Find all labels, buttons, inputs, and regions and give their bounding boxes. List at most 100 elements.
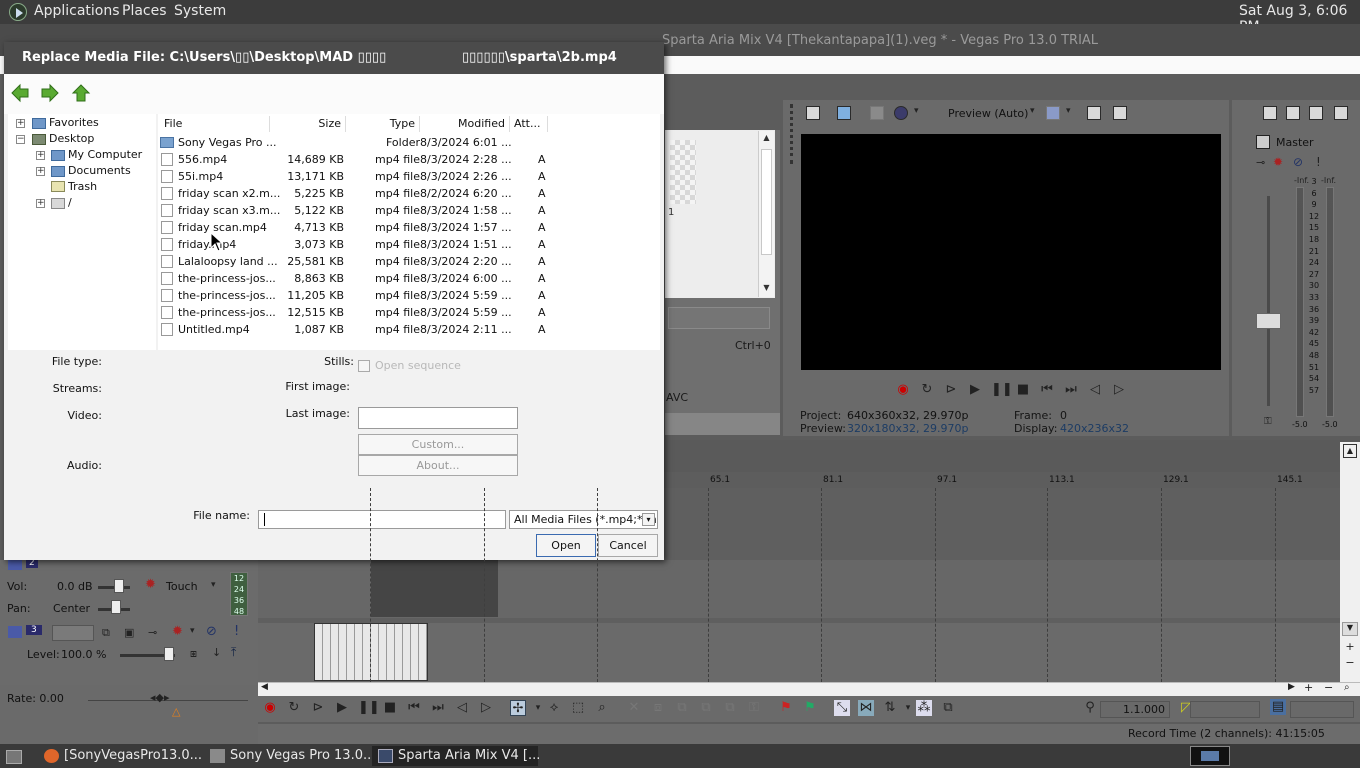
trim-end-icon[interactable]: ⧉ (698, 700, 714, 716)
properties-icon[interactable] (1263, 106, 1277, 120)
file-name-input[interactable] (258, 510, 506, 529)
selection-tool-icon[interactable]: ⬚ (570, 700, 586, 716)
chevron-down-icon[interactable]: ▾ (914, 106, 919, 116)
auto-crossfade-icon[interactable]: ⋈ (858, 700, 874, 716)
play-icon[interactable]: ▶ (334, 700, 350, 716)
file-row[interactable]: 556.mp4 14,689 KB mp4 file 8/3/2024 2:28 ..… (158, 151, 558, 168)
play-from-start-icon[interactable]: ⊳ (310, 700, 326, 716)
go-to-end-icon[interactable]: ⏭ (1063, 382, 1079, 398)
cancel-button[interactable]: Cancel (598, 534, 658, 557)
screen-capture-icon[interactable]: ▤ (1270, 699, 1286, 715)
custom-button[interactable]: Custom... (358, 434, 518, 455)
dialog-titlebar[interactable]: Replace Media File: C:\Users\▯▯\Desktop\… (4, 42, 664, 74)
file-type-filter-select[interactable]: All Media Files (*.mp4;*.m ▾ (509, 510, 658, 529)
solo-icon[interactable]: ! (1316, 155, 1321, 169)
normal-edit-tool-icon[interactable]: ✢ (510, 700, 526, 716)
folder-tree[interactable]: + Favorites − Desktop + My Computer + Do… (8, 114, 156, 350)
record-icon[interactable]: ◉ (262, 700, 278, 716)
stop-icon[interactable]: ■ (382, 700, 398, 716)
next-frame-icon[interactable]: ▷ (1111, 382, 1127, 398)
taskbar-item-firefox[interactable]: [SonyVegasPro13.0... (38, 746, 202, 766)
preview-quality-select[interactable]: Preview (Auto) (948, 107, 1028, 120)
mute-icon[interactable]: ⊘ (206, 624, 217, 639)
previous-frame-icon[interactable]: ◁ (1087, 382, 1103, 398)
column-file[interactable]: File (160, 116, 270, 132)
workspace-switcher[interactable] (1190, 746, 1230, 766)
tree-expander[interactable]: + (36, 151, 45, 160)
record-icon[interactable]: ◉ (895, 382, 911, 398)
lock-icon[interactable]: ⚿ (746, 700, 762, 716)
file-row[interactable]: Lalaloopsy land ... 25,581 KB mp4 file 8/3/… (158, 253, 558, 270)
automation-mode[interactable]: Touch (166, 580, 198, 593)
chevron-down-icon[interactable]: ▾ (1030, 106, 1035, 116)
system-menu[interactable]: System (174, 3, 226, 19)
envelope-tool-icon[interactable]: ⟡ (546, 700, 562, 716)
insert-fx-icon[interactable]: ⊸ (1256, 156, 1265, 169)
explorer-field[interactable] (668, 307, 770, 329)
last-image-field[interactable] (358, 407, 518, 429)
column-modified[interactable]: Modified (420, 116, 510, 132)
scroll-right-icon[interactable]: ▶ (1288, 682, 1295, 692)
bypass-motion-blur-icon[interactable]: ⊸ (148, 626, 157, 639)
scroll-down-icon[interactable]: ▼ (761, 283, 772, 295)
rate-slider[interactable]: ◂◆▸ (150, 691, 170, 704)
tree-item-trash[interactable]: Trash (68, 180, 97, 193)
lock-icon[interactable]: ⚿ (1264, 416, 1272, 427)
column-attributes[interactable]: Att... (510, 116, 548, 132)
file-row[interactable]: the-princess-jos... 8,863 KB mp4 file 8/3/2… (158, 270, 558, 287)
fx-chain-icon[interactable]: ⧆ (190, 647, 197, 661)
loop-icon[interactable]: ↻ (919, 382, 935, 398)
next-frame-icon[interactable]: ▷ (478, 700, 494, 716)
previous-frame-icon[interactable]: ◁ (454, 700, 470, 716)
split-screen-icon[interactable] (870, 106, 884, 120)
open-sequence-checkbox[interactable] (358, 360, 370, 372)
zoom-tool-icon[interactable]: ⌕ (1344, 682, 1350, 693)
tree-item-root[interactable]: / (68, 196, 72, 209)
explorer-scrollbar[interactable]: ▲ ▼ (758, 131, 774, 297)
master-bus-icon[interactable] (1256, 135, 1270, 149)
play-icon[interactable]: ▶ (967, 382, 983, 398)
scroll-down-icon[interactable]: ▼ (1342, 622, 1358, 636)
dim-output-icon[interactable] (1309, 106, 1323, 120)
gnome-foot-icon[interactable] (9, 3, 27, 21)
file-row[interactable]: the-princess-jos... 11,205 KB mp4 file 8/3/… (158, 287, 558, 304)
chevron-down-icon[interactable]: ▾ (190, 626, 195, 636)
file-list[interactable]: File Size Type Modified Att... Sony Vega… (158, 114, 660, 350)
automation-gear-icon[interactable]: ✹ (145, 577, 156, 592)
timeline-vertical-scrollbar[interactable]: ▲ ▼ + − (1340, 442, 1360, 682)
preview-properties-icon[interactable] (806, 106, 820, 120)
about-button[interactable]: About... (358, 455, 518, 476)
zoom-out-icon[interactable]: − (1342, 656, 1358, 670)
taskbar-item-folder[interactable]: Sony Vegas Pro 13.0... (204, 746, 375, 766)
file-row[interactable]: friday scan x2.m... 5,225 KB mp4 file 8/2/2… (158, 185, 558, 202)
zoom-tool-icon[interactable]: ⌕ (594, 700, 610, 716)
file-row[interactable]: Untitled.mp4 1,087 KB mp4 file 8/3/2024 2:1… (158, 321, 558, 338)
scroll-left-icon[interactable]: ◀ (261, 682, 268, 692)
back-arrow-icon[interactable] (10, 83, 30, 103)
fx-gear-icon[interactable]: ✹ (1273, 155, 1283, 169)
file-row[interactable]: 55i.mp4 13,171 KB mp4 file 8/3/2024 2:26 ..… (158, 168, 558, 185)
external-monitor-icon[interactable] (837, 106, 851, 120)
trim-icon[interactable]: ⧈ (650, 700, 666, 716)
level-slider[interactable] (164, 647, 174, 661)
track-motion-icon[interactable]: ⧉ (102, 626, 110, 640)
zoom-out-icon[interactable]: − (1324, 681, 1333, 694)
zoom-in-icon[interactable]: + (1304, 681, 1313, 694)
chevron-down-icon[interactable]: ▾ (211, 580, 216, 590)
column-size[interactable]: Size (270, 116, 346, 132)
forward-arrow-icon[interactable] (40, 83, 60, 103)
scroll-up-icon[interactable] (1343, 478, 1357, 492)
open-button[interactable]: Open (536, 534, 596, 557)
tree-expander[interactable]: + (16, 119, 25, 128)
video-event[interactable] (371, 560, 498, 617)
tree-expander[interactable]: + (36, 167, 45, 176)
scroll-up-icon[interactable]: ▲ (761, 133, 772, 145)
chevron-down-icon[interactable]: ▾ (530, 700, 546, 716)
compositing-icon[interactable]: ▣ (124, 626, 134, 639)
audio-event[interactable] (314, 623, 428, 681)
grid-icon[interactable] (1046, 106, 1060, 120)
solo-icon[interactable]: ! (234, 624, 239, 639)
mute-icon[interactable]: ⊘ (1293, 155, 1303, 169)
loop-length-display[interactable] (1190, 701, 1260, 718)
chevron-down-icon[interactable]: ▾ (1066, 106, 1071, 116)
